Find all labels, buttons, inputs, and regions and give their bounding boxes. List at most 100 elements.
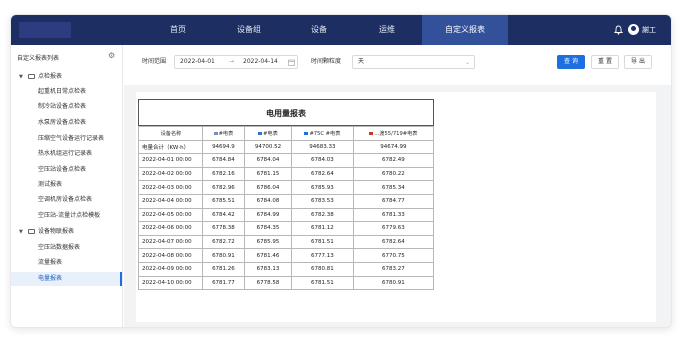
table-cell: 6781.33 (352, 207, 435, 223)
time-range-label: 时间范围 (142, 58, 167, 65)
table-cell: 6784.08 (243, 193, 293, 209)
table-cell: 6780.91 (202, 248, 245, 263)
table-cell: 6785.93 (291, 180, 354, 195)
tree-group-inspection[interactable]: ▼ 点检报表 (11, 70, 122, 84)
reset-button[interactable]: 重 置 (591, 55, 619, 69)
table-cell: 6785.34 (352, 180, 435, 195)
table-cell: 94694.9 (202, 139, 245, 155)
table-cell: 6781.15 (243, 166, 293, 182)
tree-item-label: 制冷站设备点检表 (38, 103, 87, 110)
date-cell: 2022-04-08 00:00 (138, 248, 203, 263)
table-row: 2022-04-06 00:00 6778.38 6784.35 6781.12 677… (138, 221, 435, 236)
start-date-value[interactable]: 2022-04-01 (180, 56, 215, 68)
legend-swatch (304, 131, 309, 135)
tree-item[interactable]: 空压站-流量计点检模板 (11, 209, 122, 223)
date-cell: 2022-04-02 00:00 (138, 166, 203, 182)
tree-item[interactable]: 流量报表 (11, 256, 122, 270)
table-cell: 6783.13 (243, 261, 293, 277)
table-cell: 6784.42 (202, 207, 245, 223)
tree-item[interactable]: 测试报表 (11, 178, 122, 192)
app-window: 首页 设备组 设备 运维 自定义报表 謝工 自定义报表列表 ⚙ ▼ 点检报表 起… (10, 14, 672, 328)
table-cell: 6778.58 (243, 275, 293, 291)
avatar[interactable] (628, 24, 639, 35)
date-cell: 2022-04-03 00:00 (138, 180, 203, 195)
nav-device[interactable]: 设备 (301, 15, 337, 45)
tree-item[interactable]: 空调机房设备点检表 (11, 193, 122, 207)
table-row: 2022-04-09 00:00 6781.26 6783.13 6780.81 678… (138, 261, 435, 277)
export-button[interactable]: 导 出 (624, 55, 652, 69)
date-cell: 2022-04-10 00:00 (138, 275, 203, 291)
gear-icon[interactable]: ⚙ (108, 51, 115, 60)
table-row: 2022-04-05 00:00 6784.42 6784.99 6782.38 678… (138, 207, 435, 223)
table-cell: 6781.51 (291, 275, 354, 291)
table-cell: 6781.26 (202, 261, 245, 277)
nav-home[interactable]: 首页 (157, 15, 199, 45)
table-cell: 6781.12 (291, 221, 354, 236)
table-row: 2022-04-03 00:00 6782.96 6786.04 6785.93 678… (138, 180, 435, 195)
table-cell: 94674.99 (352, 139, 435, 155)
calendar-icon[interactable] (288, 59, 295, 71)
header-meter: ...渡55/719#电表 (352, 126, 435, 141)
tree-item[interactable]: 制冷站设备点检表 (11, 100, 122, 114)
table-cell: 6784.35 (243, 221, 293, 236)
tree-group-label: 点检报表 (38, 73, 63, 80)
table-cell: 6780.91 (352, 275, 435, 291)
tree-item-label: 空压站设备点检表 (38, 166, 87, 173)
table-cell: 6783.27 (352, 261, 435, 277)
header-meter: #电表 (243, 126, 293, 141)
tree-item-label: 电量报表 (38, 275, 63, 282)
tree-item-label: 空压站数据报表 (38, 244, 81, 251)
bell-icon[interactable] (613, 25, 624, 35)
table-cell: 6781.46 (243, 248, 293, 263)
sidebar-title: 自定义报表列表 (17, 55, 60, 62)
tree-item-electricity-report[interactable]: 电量报表 (11, 272, 122, 286)
query-button[interactable]: 查 询 (557, 55, 585, 69)
tree-group-label: 设备物联报表 (38, 228, 75, 235)
tree-group-iot[interactable]: ▼ 设备物联报表 (11, 225, 122, 239)
table-cell: 6782.64 (291, 166, 354, 182)
tree-item-label: 空压站-流量计点检模板 (38, 212, 101, 219)
tree-item[interactable]: 压缩空气设备运行记录表 (11, 132, 122, 146)
header-meter: #75C #电表 (291, 126, 354, 141)
tree-item-label: 起重机日常点检表 (38, 88, 87, 95)
table-cell: 94683.33 (291, 139, 354, 155)
date-cell: 2022-04-05 00:00 (138, 207, 203, 223)
top-navbar: 首页 设备组 设备 运维 自定义报表 謝工 (11, 15, 671, 45)
tree-item[interactable]: 起重机日常点检表 (11, 85, 122, 99)
table-cell: 6782.72 (202, 234, 245, 250)
date-cell: 2022-04-07 00:00 (138, 234, 203, 250)
caret-down-icon: ▼ (19, 74, 23, 80)
date-range-picker[interactable]: 2022-04-01 → 2022-04-14 (174, 55, 298, 69)
tree-item[interactable]: 空压站数据报表 (11, 241, 122, 255)
table-header-row: 设备名称 #电表 #电表 #75C #电表 ...渡55/719#电表 (138, 126, 435, 141)
table-cell: 6782.49 (352, 153, 435, 168)
table-cell: 6782.64 (352, 234, 435, 250)
tree-item[interactable]: 空压站设备点检表 (11, 163, 122, 177)
table-cell: 6786.04 (243, 180, 293, 195)
table-cell: 6781.51 (291, 234, 354, 250)
table-cell: 6782.38 (291, 207, 354, 223)
nav-device-group[interactable]: 设备组 (225, 15, 273, 45)
report-sheet[interactable]: 电用量报表 设备名称 #电表 #电表 #75C #电表 ...渡55/719#电… (136, 92, 656, 322)
table-cell: 6784.04 (243, 153, 293, 168)
tree-item-label: 热水机组运行记录表 (38, 150, 93, 157)
logo (19, 22, 71, 38)
table-cell: 6779.63 (352, 221, 435, 236)
tree-item-label: 测试报表 (38, 181, 63, 188)
end-date-value[interactable]: 2022-04-14 (243, 56, 278, 68)
date-cell: 2022-04-01 00:00 (138, 153, 203, 168)
user-name[interactable]: 謝工 (642, 24, 656, 36)
folder-icon (28, 229, 35, 234)
table-row: 2022-04-01 00:00 6784.84 6784.04 6784.03 678… (138, 153, 435, 168)
nav-custom-report[interactable]: 自定义报表 (422, 15, 508, 45)
granularity-select[interactable]: 天 ⌄ (352, 55, 475, 69)
tree-item[interactable]: 热水机组运行记录表 (11, 147, 122, 161)
table-cell: 6782.16 (202, 166, 245, 182)
nav-operations[interactable]: 运维 (367, 15, 407, 45)
header-device-name: 设备名称 (138, 126, 203, 141)
tree-item-label: 压缩空气设备运行记录表 (38, 135, 105, 142)
table-row: 2022-04-08 00:00 6780.91 6781.46 6777.13 677… (138, 248, 435, 263)
legend-swatch (213, 131, 218, 135)
folder-icon (28, 74, 35, 79)
tree-item[interactable]: 水泵房设备点检表 (11, 116, 122, 130)
